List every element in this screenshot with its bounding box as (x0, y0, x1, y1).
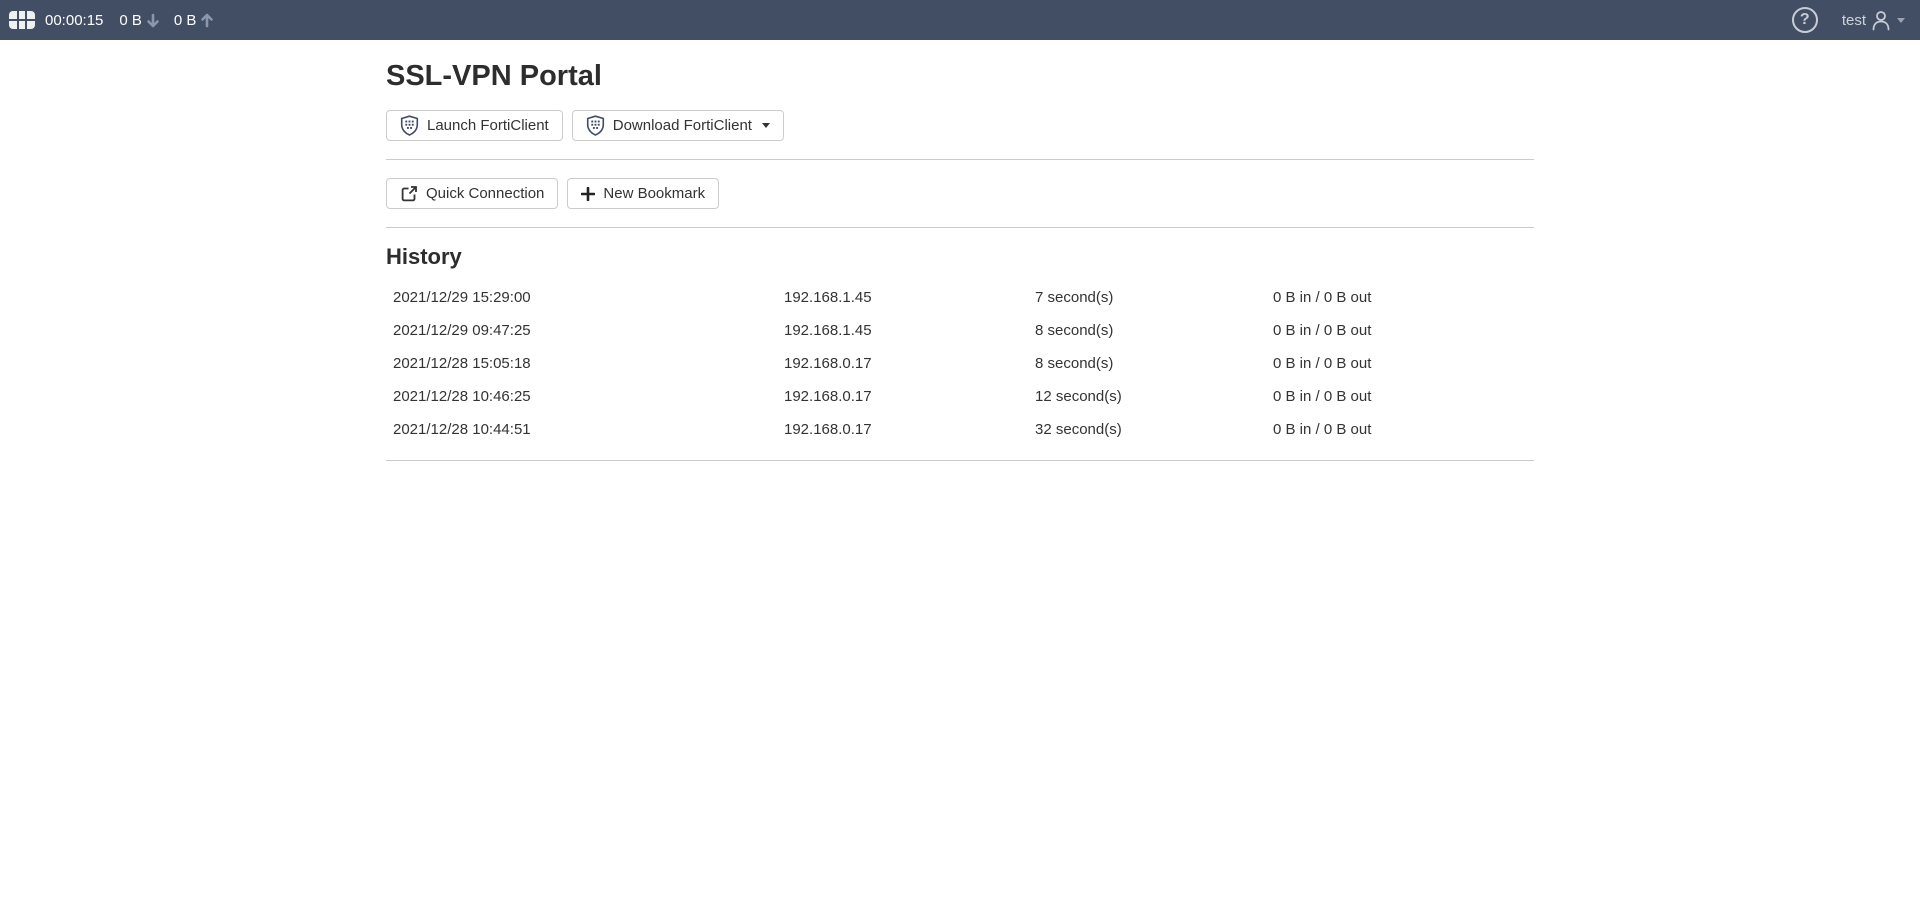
history-bytes: 0 B in / 0 B out (1273, 347, 1534, 380)
history-bytes: 0 B in / 0 B out (1273, 314, 1534, 347)
user-menu[interactable]: test (1842, 9, 1905, 31)
quick-connection-button[interactable]: Quick Connection (386, 178, 558, 209)
forticlient-button-row: Launch FortiClient Download FortiClient (386, 110, 1534, 141)
external-link-icon (400, 185, 418, 203)
history-row: 2021/12/28 10:46:25 192.168.0.17 12 seco… (386, 380, 1534, 413)
chevron-down-icon (762, 123, 770, 128)
history-duration: 12 second(s) (1035, 380, 1273, 413)
launch-forticlient-label: Launch FortiClient (427, 117, 549, 134)
bytes-received-value: 0 B (119, 12, 142, 29)
help-icon[interactable]: ? (1792, 7, 1818, 33)
history-datetime: 2021/12/28 10:44:51 (386, 413, 784, 446)
navbar-left-group: 00:00:15 0 B 0 B (9, 11, 228, 29)
divider (386, 159, 1534, 160)
apps-grid-cell (27, 11, 35, 19)
history-ip: 192.168.0.17 (784, 380, 1035, 413)
connection-button-row: Quick Connection New Bookmark (386, 178, 1534, 209)
user-icon (1871, 9, 1891, 31)
history-duration: 7 second(s) (1035, 281, 1273, 314)
history-duration: 32 second(s) (1035, 413, 1273, 446)
forticlient-shield-icon (400, 115, 419, 136)
quick-connection-label: Quick Connection (426, 185, 544, 202)
history-bytes: 0 B in / 0 B out (1273, 413, 1534, 446)
history-row: 2021/12/28 15:05:18 192.168.0.17 8 secon… (386, 347, 1534, 380)
divider (386, 227, 1534, 228)
history-duration: 8 second(s) (1035, 314, 1273, 347)
page-title: SSL-VPN Portal (386, 59, 1534, 93)
session-timer: 00:00:15 (45, 12, 103, 29)
history-datetime: 2021/12/28 10:46:25 (386, 380, 784, 413)
history-row: 2021/12/29 09:47:25 192.168.1.45 8 secon… (386, 314, 1534, 347)
apps-grid-cell (27, 21, 35, 29)
launch-forticlient-button[interactable]: Launch FortiClient (386, 110, 563, 141)
plus-icon (581, 187, 595, 201)
history-duration: 8 second(s) (1035, 347, 1273, 380)
new-bookmark-button[interactable]: New Bookmark (567, 178, 719, 209)
divider (386, 460, 1534, 461)
apps-grid-icon[interactable] (9, 11, 35, 29)
history-row: 2021/12/29 15:29:00 192.168.1.45 7 secon… (386, 281, 1534, 314)
apps-grid-cell (19, 21, 25, 29)
history-ip: 192.168.1.45 (784, 314, 1035, 347)
history-table: 2021/12/29 15:29:00 192.168.1.45 7 secon… (386, 281, 1534, 446)
history-ip: 192.168.0.17 (784, 347, 1035, 380)
history-ip: 192.168.1.45 (784, 281, 1035, 314)
history-datetime: 2021/12/29 09:47:25 (386, 314, 784, 347)
apps-grid-cell (19, 11, 25, 19)
chevron-down-icon (1897, 18, 1905, 23)
history-ip: 192.168.0.17 (784, 413, 1035, 446)
bytes-received: 0 B (119, 12, 160, 29)
arrow-up-icon (200, 13, 214, 28)
history-heading: History (386, 245, 1534, 269)
bytes-sent-value: 0 B (174, 12, 197, 29)
download-forticlient-button[interactable]: Download FortiClient (572, 110, 784, 141)
new-bookmark-label: New Bookmark (603, 185, 705, 202)
history-row: 2021/12/28 10:44:51 192.168.0.17 32 seco… (386, 413, 1534, 446)
username-label: test (1842, 12, 1866, 29)
top-navbar: 00:00:15 0 B 0 B ? test (0, 0, 1920, 40)
arrow-down-icon (146, 13, 160, 28)
history-bytes: 0 B in / 0 B out (1273, 380, 1534, 413)
download-forticlient-label: Download FortiClient (613, 117, 752, 134)
bytes-sent: 0 B (174, 12, 215, 29)
apps-grid-cell (9, 11, 17, 19)
help-glyph: ? (1800, 11, 1810, 29)
history-bytes: 0 B in / 0 B out (1273, 281, 1534, 314)
history-datetime: 2021/12/29 15:29:00 (386, 281, 784, 314)
forticlient-shield-icon (586, 115, 605, 136)
apps-grid-cell (9, 21, 17, 29)
history-datetime: 2021/12/28 15:05:18 (386, 347, 784, 380)
portal-content: SSL-VPN Portal Launch FortiClient (386, 59, 1534, 461)
